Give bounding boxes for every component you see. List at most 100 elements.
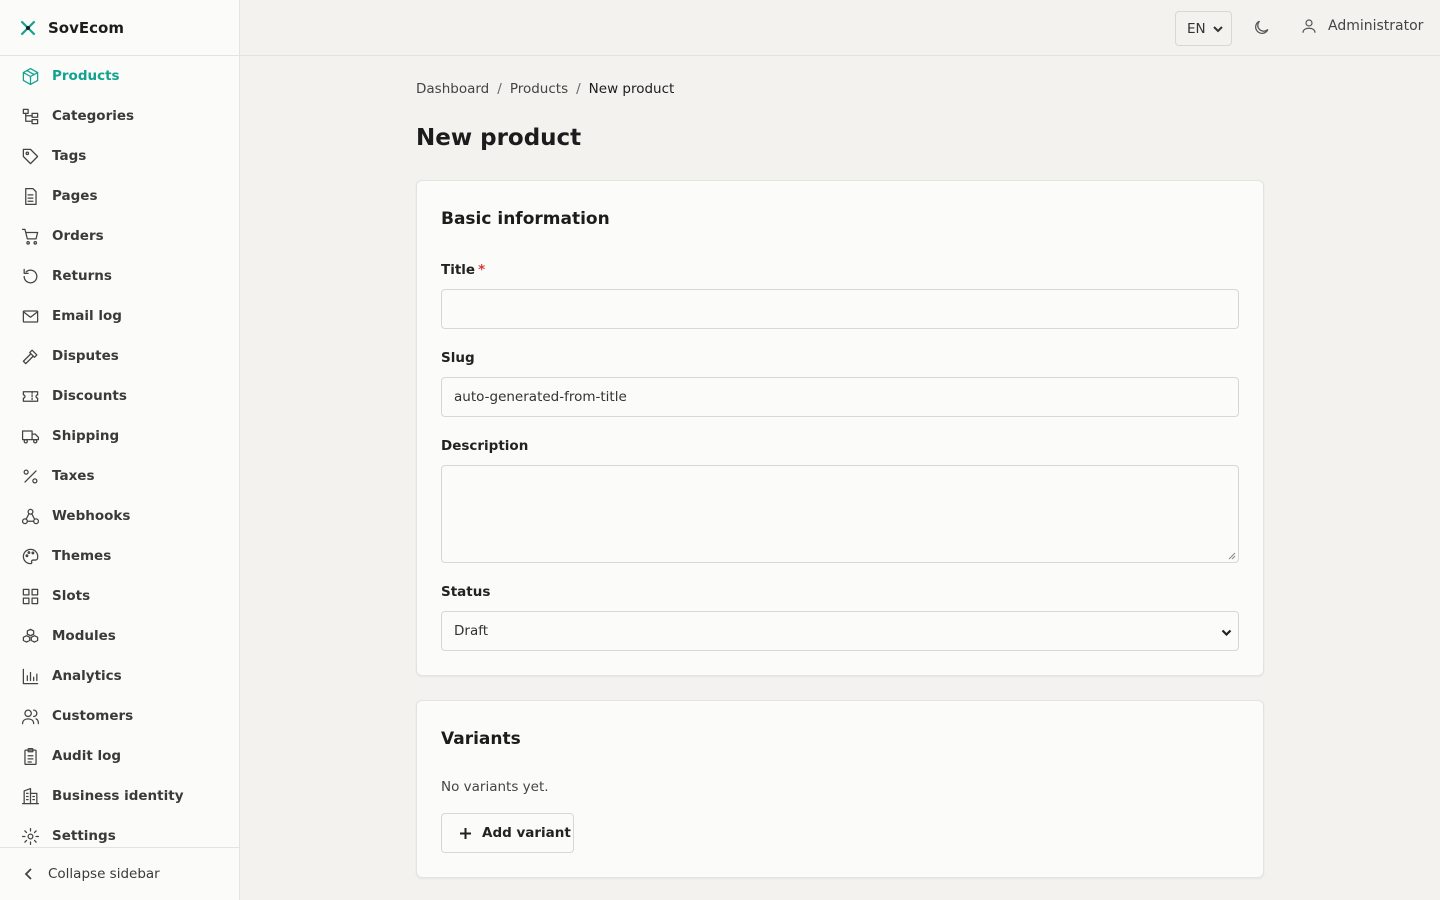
sidebar-item-returns[interactable]: Returns — [0, 256, 239, 296]
sidebar-item-label: Orders — [52, 228, 104, 244]
sidebar-item-audit-log[interactable]: Audit log — [0, 736, 239, 776]
sidebar-item-label: Disputes — [52, 348, 119, 364]
basic-information-card: Basic information Title * Slug auto-gener… — [416, 180, 1264, 676]
required-marker: * — [478, 262, 486, 278]
chevron-left-icon — [24, 868, 32, 880]
sidebar-item-discounts[interactable]: Discounts — [0, 376, 239, 416]
sidebar-item-categories[interactable]: Categories — [0, 96, 239, 136]
description-label: Description — [441, 438, 529, 454]
sidebar-item-label: Returns — [52, 268, 112, 284]
title-input[interactable] — [441, 289, 1239, 329]
grid-icon — [20, 586, 40, 606]
description-textarea[interactable] — [441, 465, 1239, 563]
sidebar-item-slots[interactable]: Slots — [0, 576, 239, 616]
add-variant-label: Add variant — [482, 825, 571, 841]
box-icon — [20, 66, 40, 86]
collapse-sidebar-button[interactable]: Collapse sidebar — [0, 847, 239, 900]
sidebar-item-email-log[interactable]: Email log — [0, 296, 239, 336]
sidebar-item-label: Slots — [52, 588, 91, 604]
status-label: Status — [441, 584, 491, 600]
variants-card: Variants No variants yet. Add variant — [416, 700, 1264, 878]
user-menu[interactable]: Administrator — [1300, 17, 1423, 35]
user-name: Administrator — [1328, 18, 1424, 34]
breadcrumb-products[interactable]: Products — [510, 81, 568, 97]
chevron-down-icon — [1221, 629, 1232, 637]
title-label-text: Title — [441, 262, 476, 278]
slug-label: Slug — [441, 350, 475, 366]
truck-icon — [20, 426, 40, 446]
cart-icon — [20, 226, 40, 246]
topbar: EN Administrator — [240, 0, 1440, 56]
sidebar-item-label: Settings — [52, 828, 116, 844]
variants-empty-text: No variants yet. — [441, 779, 549, 795]
sidebar-item-label: Categories — [52, 108, 135, 124]
webhook-icon — [20, 506, 40, 526]
moon-icon — [1255, 20, 1269, 34]
sidebar-item-business-identity[interactable]: Business identity — [0, 776, 239, 816]
sidebar-item-label: Discounts — [52, 388, 127, 404]
sidebar-item-themes[interactable]: Themes — [0, 536, 239, 576]
language-select[interactable]: EN — [1175, 11, 1232, 46]
sidebar-item-analytics[interactable]: Analytics — [0, 656, 239, 696]
mail-icon — [20, 306, 40, 326]
basic-information-heading: Basic information — [441, 209, 610, 229]
building-icon — [20, 786, 40, 806]
sidebar-item-label: Tags — [52, 148, 87, 164]
status-value: Draft — [454, 623, 489, 639]
tag-icon — [20, 146, 40, 166]
clipboard-icon — [20, 746, 40, 766]
chevron-down-icon — [1213, 26, 1223, 33]
ticket-icon — [20, 386, 40, 406]
breadcrumb-dashboard[interactable]: Dashboard — [416, 81, 489, 97]
sidebar-item-customers[interactable]: Customers — [0, 696, 239, 736]
sidebar-item-modules[interactable]: Modules — [0, 616, 239, 656]
logo-icon — [20, 20, 36, 35]
sidebar-item-label: Business identity — [52, 788, 184, 804]
chart-icon — [20, 666, 40, 686]
sidebar-item-orders[interactable]: Orders — [0, 216, 239, 256]
status-select[interactable]: Draft — [441, 611, 1239, 651]
sidebar-item-label: Shipping — [52, 428, 120, 444]
theme-toggle-button[interactable] — [1252, 18, 1272, 38]
breadcrumb-separator: / — [497, 81, 502, 97]
page-icon — [20, 186, 40, 206]
slug-placeholder: auto-generated-from-title — [454, 389, 627, 405]
sidebar-item-label: Modules — [52, 628, 116, 644]
breadcrumb: Dashboard / Products / New product — [416, 81, 674, 97]
breadcrumb-separator: / — [576, 81, 581, 97]
sidebar-item-taxes[interactable]: Taxes — [0, 456, 239, 496]
sidebar-item-shipping[interactable]: Shipping — [0, 416, 239, 456]
sidebar-item-disputes[interactable]: Disputes — [0, 336, 239, 376]
users-icon — [20, 706, 40, 726]
return-icon — [20, 266, 40, 286]
slug-input[interactable]: auto-generated-from-title — [441, 377, 1239, 417]
sidebar-item-products[interactable]: Products — [0, 56, 239, 96]
sidebar-item-label: Themes — [52, 548, 112, 564]
gear-icon — [20, 826, 40, 846]
title-label: Title * — [441, 262, 485, 278]
add-variant-button[interactable]: Add variant — [441, 813, 574, 853]
palette-icon — [20, 546, 40, 566]
sidebar-item-label: Audit log — [52, 748, 122, 764]
sidebar-nav: Products Categories Tags Pages Orders Re… — [0, 56, 239, 856]
user-icon — [1302, 19, 1316, 33]
sidebar-item-label: Products — [52, 68, 120, 84]
breadcrumb-current: New product — [588, 81, 675, 97]
resize-handle-icon[interactable] — [1228, 552, 1236, 560]
page-title: New product — [416, 125, 582, 151]
collapse-sidebar-label: Collapse sidebar — [48, 866, 160, 882]
sidebar-item-label: Customers — [52, 708, 134, 724]
sidebar-item-tags[interactable]: Tags — [0, 136, 239, 176]
sidebar-item-pages[interactable]: Pages — [0, 176, 239, 216]
brand[interactable]: SovEcom — [0, 0, 239, 56]
sidebar-item-label: Analytics — [52, 668, 122, 684]
sidebar-item-webhooks[interactable]: Webhooks — [0, 496, 239, 536]
sidebar-item-label: Pages — [52, 188, 98, 204]
percent-icon — [20, 466, 40, 486]
variants-heading: Variants — [441, 729, 521, 749]
sidebar-item-label: Email log — [52, 308, 122, 324]
hierarchy-icon — [20, 106, 40, 126]
language-value: EN — [1187, 20, 1206, 37]
gavel-icon — [20, 346, 40, 366]
sidebar: SovEcom Products Categories Tags Pages O… — [0, 0, 240, 900]
